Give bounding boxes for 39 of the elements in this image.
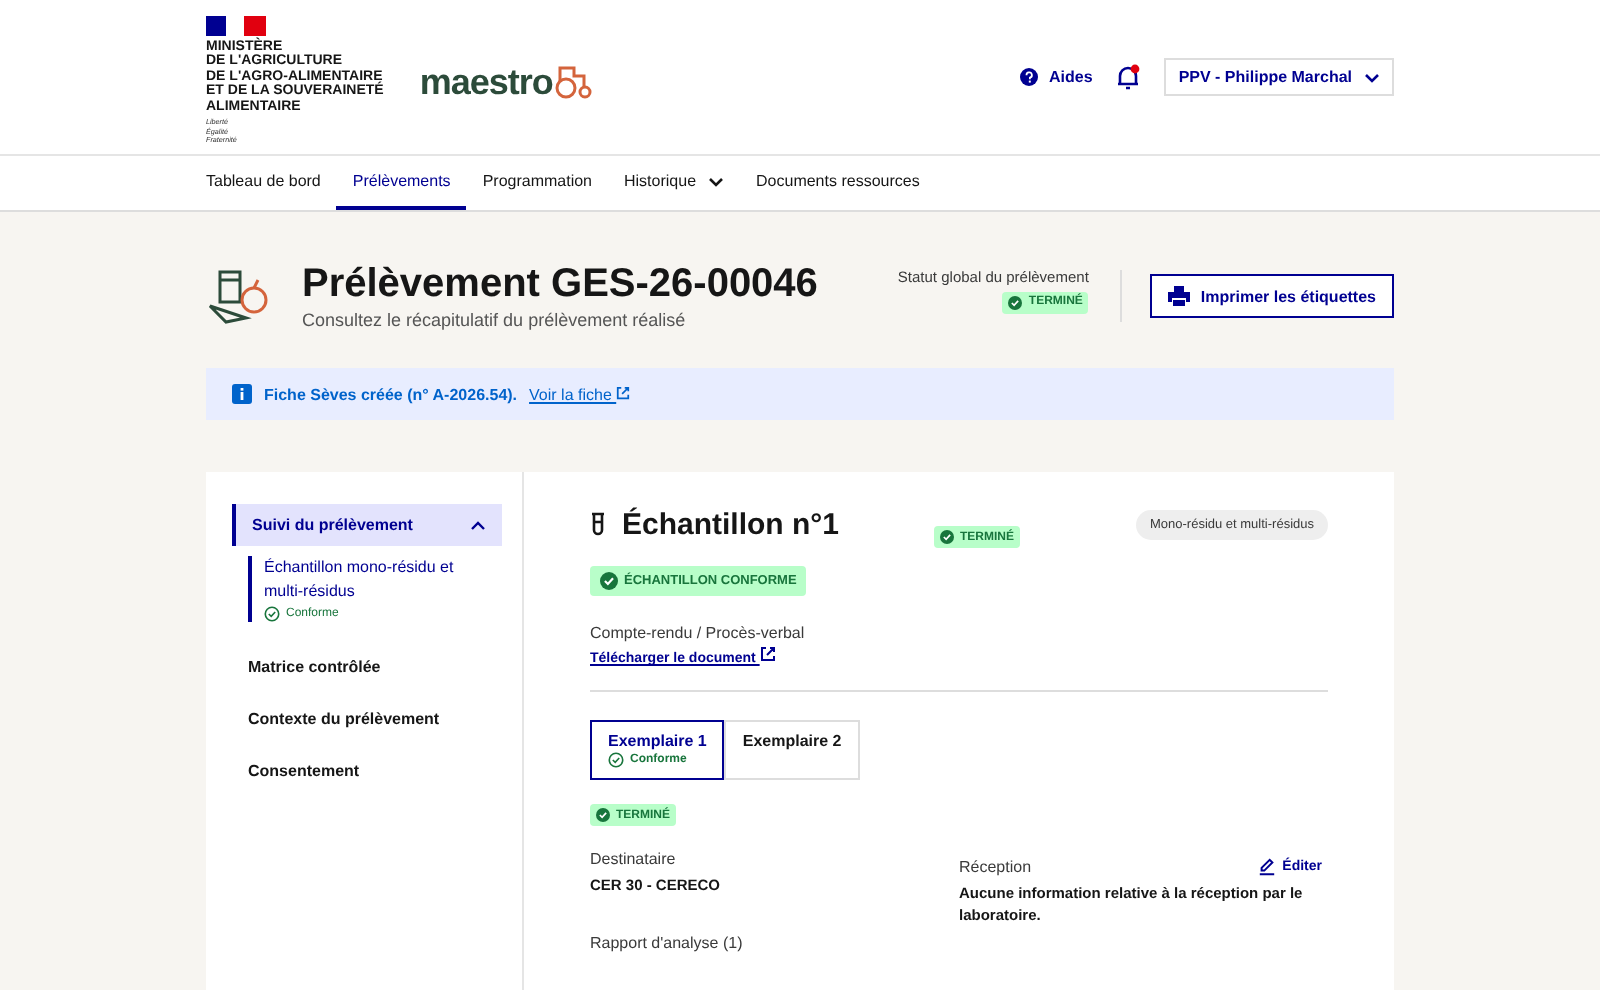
recipient-label: Destinataire	[590, 850, 678, 868]
help-link[interactable]: Aides	[1019, 68, 1093, 86]
sidebar-subitem-label: Échantillon mono-résidu et multi-résidus	[264, 556, 456, 604]
analysis-report-label: Rapport d'analyse (1)	[590, 934, 743, 952]
copy-tab[interactable]: Exemplaire 2	[724, 720, 860, 780]
sidebar-item[interactable]: Matrice contrôlée	[232, 646, 502, 688]
external-link-icon	[759, 646, 776, 662]
page-title: Prélèvement GES-26-00046	[302, 262, 820, 306]
printer-icon	[1168, 286, 1191, 306]
sidebar-item[interactable]: Consentement	[232, 750, 502, 792]
pencil-icon	[1258, 858, 1277, 876]
nav-tab[interactable]: Documents ressources	[740, 156, 936, 210]
nav-tab[interactable]: Programmation	[466, 156, 608, 210]
caret-icon	[470, 519, 486, 531]
nav-tab[interactable]: Historique	[608, 156, 741, 210]
help-icon	[1019, 68, 1038, 86]
test-tube-icon	[590, 512, 606, 536]
chevron-down-icon	[708, 175, 725, 187]
nav-tab[interactable]: Prélèvements	[336, 156, 467, 210]
sidebar-item[interactable]: Contexte du prélèvement	[232, 698, 502, 740]
chevron-down-icon	[1364, 71, 1380, 83]
sample-title: Échantillon n°1	[622, 507, 842, 541]
app-name[interactable]: maestro	[419, 64, 553, 101]
user-menu-button[interactable]: PPV - Philippe Marchal	[1164, 58, 1394, 96]
bell-icon[interactable]	[1116, 64, 1141, 90]
print-labels-button[interactable]: Imprimer les étiquettes	[1150, 274, 1394, 318]
reception-label: Réception	[959, 858, 1032, 876]
page-subtitle: Consultez le récapitulatif du prélèvement réalisé	[302, 310, 688, 330]
report-label: Compte-rendu / Procès-verbal	[590, 624, 805, 642]
check-circle-icon	[608, 752, 624, 768]
flag-icon	[206, 15, 266, 36]
tractor-icon	[554, 64, 595, 101]
nav-tab[interactable]: Tableau de bord	[206, 156, 337, 210]
info-icon	[232, 384, 252, 404]
check-circle-icon	[264, 606, 280, 622]
sidebar-item[interactable]: Suivi du prélèvement	[232, 504, 502, 546]
view-sheet-link[interactable]: Voir la fiche	[529, 385, 631, 403]
external-link-icon	[616, 385, 631, 399]
info-message: Fiche Sèves créée (n° A-2026.54).	[264, 385, 518, 403]
